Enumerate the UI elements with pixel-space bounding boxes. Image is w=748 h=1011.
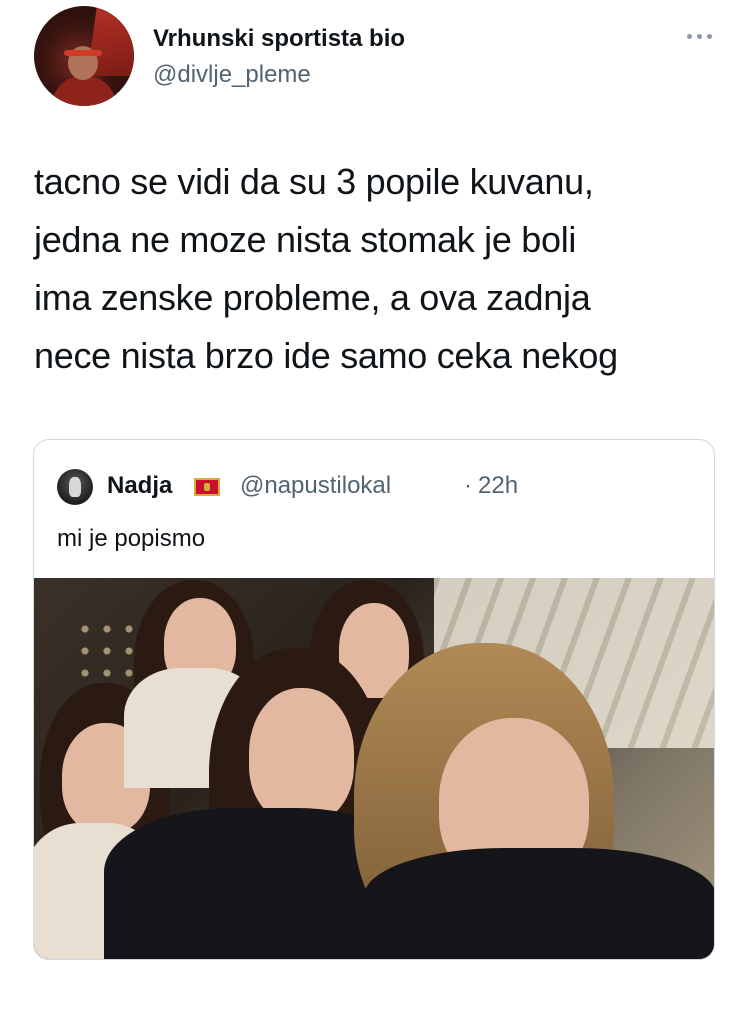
author-avatar[interactable] — [34, 6, 134, 106]
quoted-tweet-text: mi je popismo — [57, 525, 206, 552]
more-dot — [706, 33, 712, 39]
avatar-headband — [64, 50, 102, 56]
quoted-author-handle[interactable]: @napustilokal — [240, 471, 391, 501]
more-options-icon[interactable] — [684, 28, 714, 44]
quoted-author-display-name[interactable]: Nadja — [107, 471, 172, 501]
author-handle[interactable]: @divlje_pleme — [153, 60, 311, 90]
person-4-face — [249, 688, 354, 823]
more-dot — [696, 33, 702, 39]
quoted-tweet-time[interactable]: 22h — [478, 471, 518, 501]
montenegro-flag-icon — [194, 478, 220, 496]
quoted-author-avatar[interactable] — [57, 469, 93, 505]
person-5-coat — [364, 848, 714, 959]
author-display-name[interactable]: Vrhunski sportista bio — [153, 24, 405, 54]
meta-separator: · — [464, 472, 472, 499]
tweet-text: tacno se vidi da su 3 popile kuvanu, jed… — [34, 161, 618, 376]
quoted-tweet-card[interactable]: Nadja @napustilokal · 22h mi je popismo — [33, 439, 715, 960]
avatar-figure-body — [52, 76, 116, 106]
more-dot — [686, 33, 692, 39]
quoted-tweet-photo[interactable] — [34, 578, 714, 959]
